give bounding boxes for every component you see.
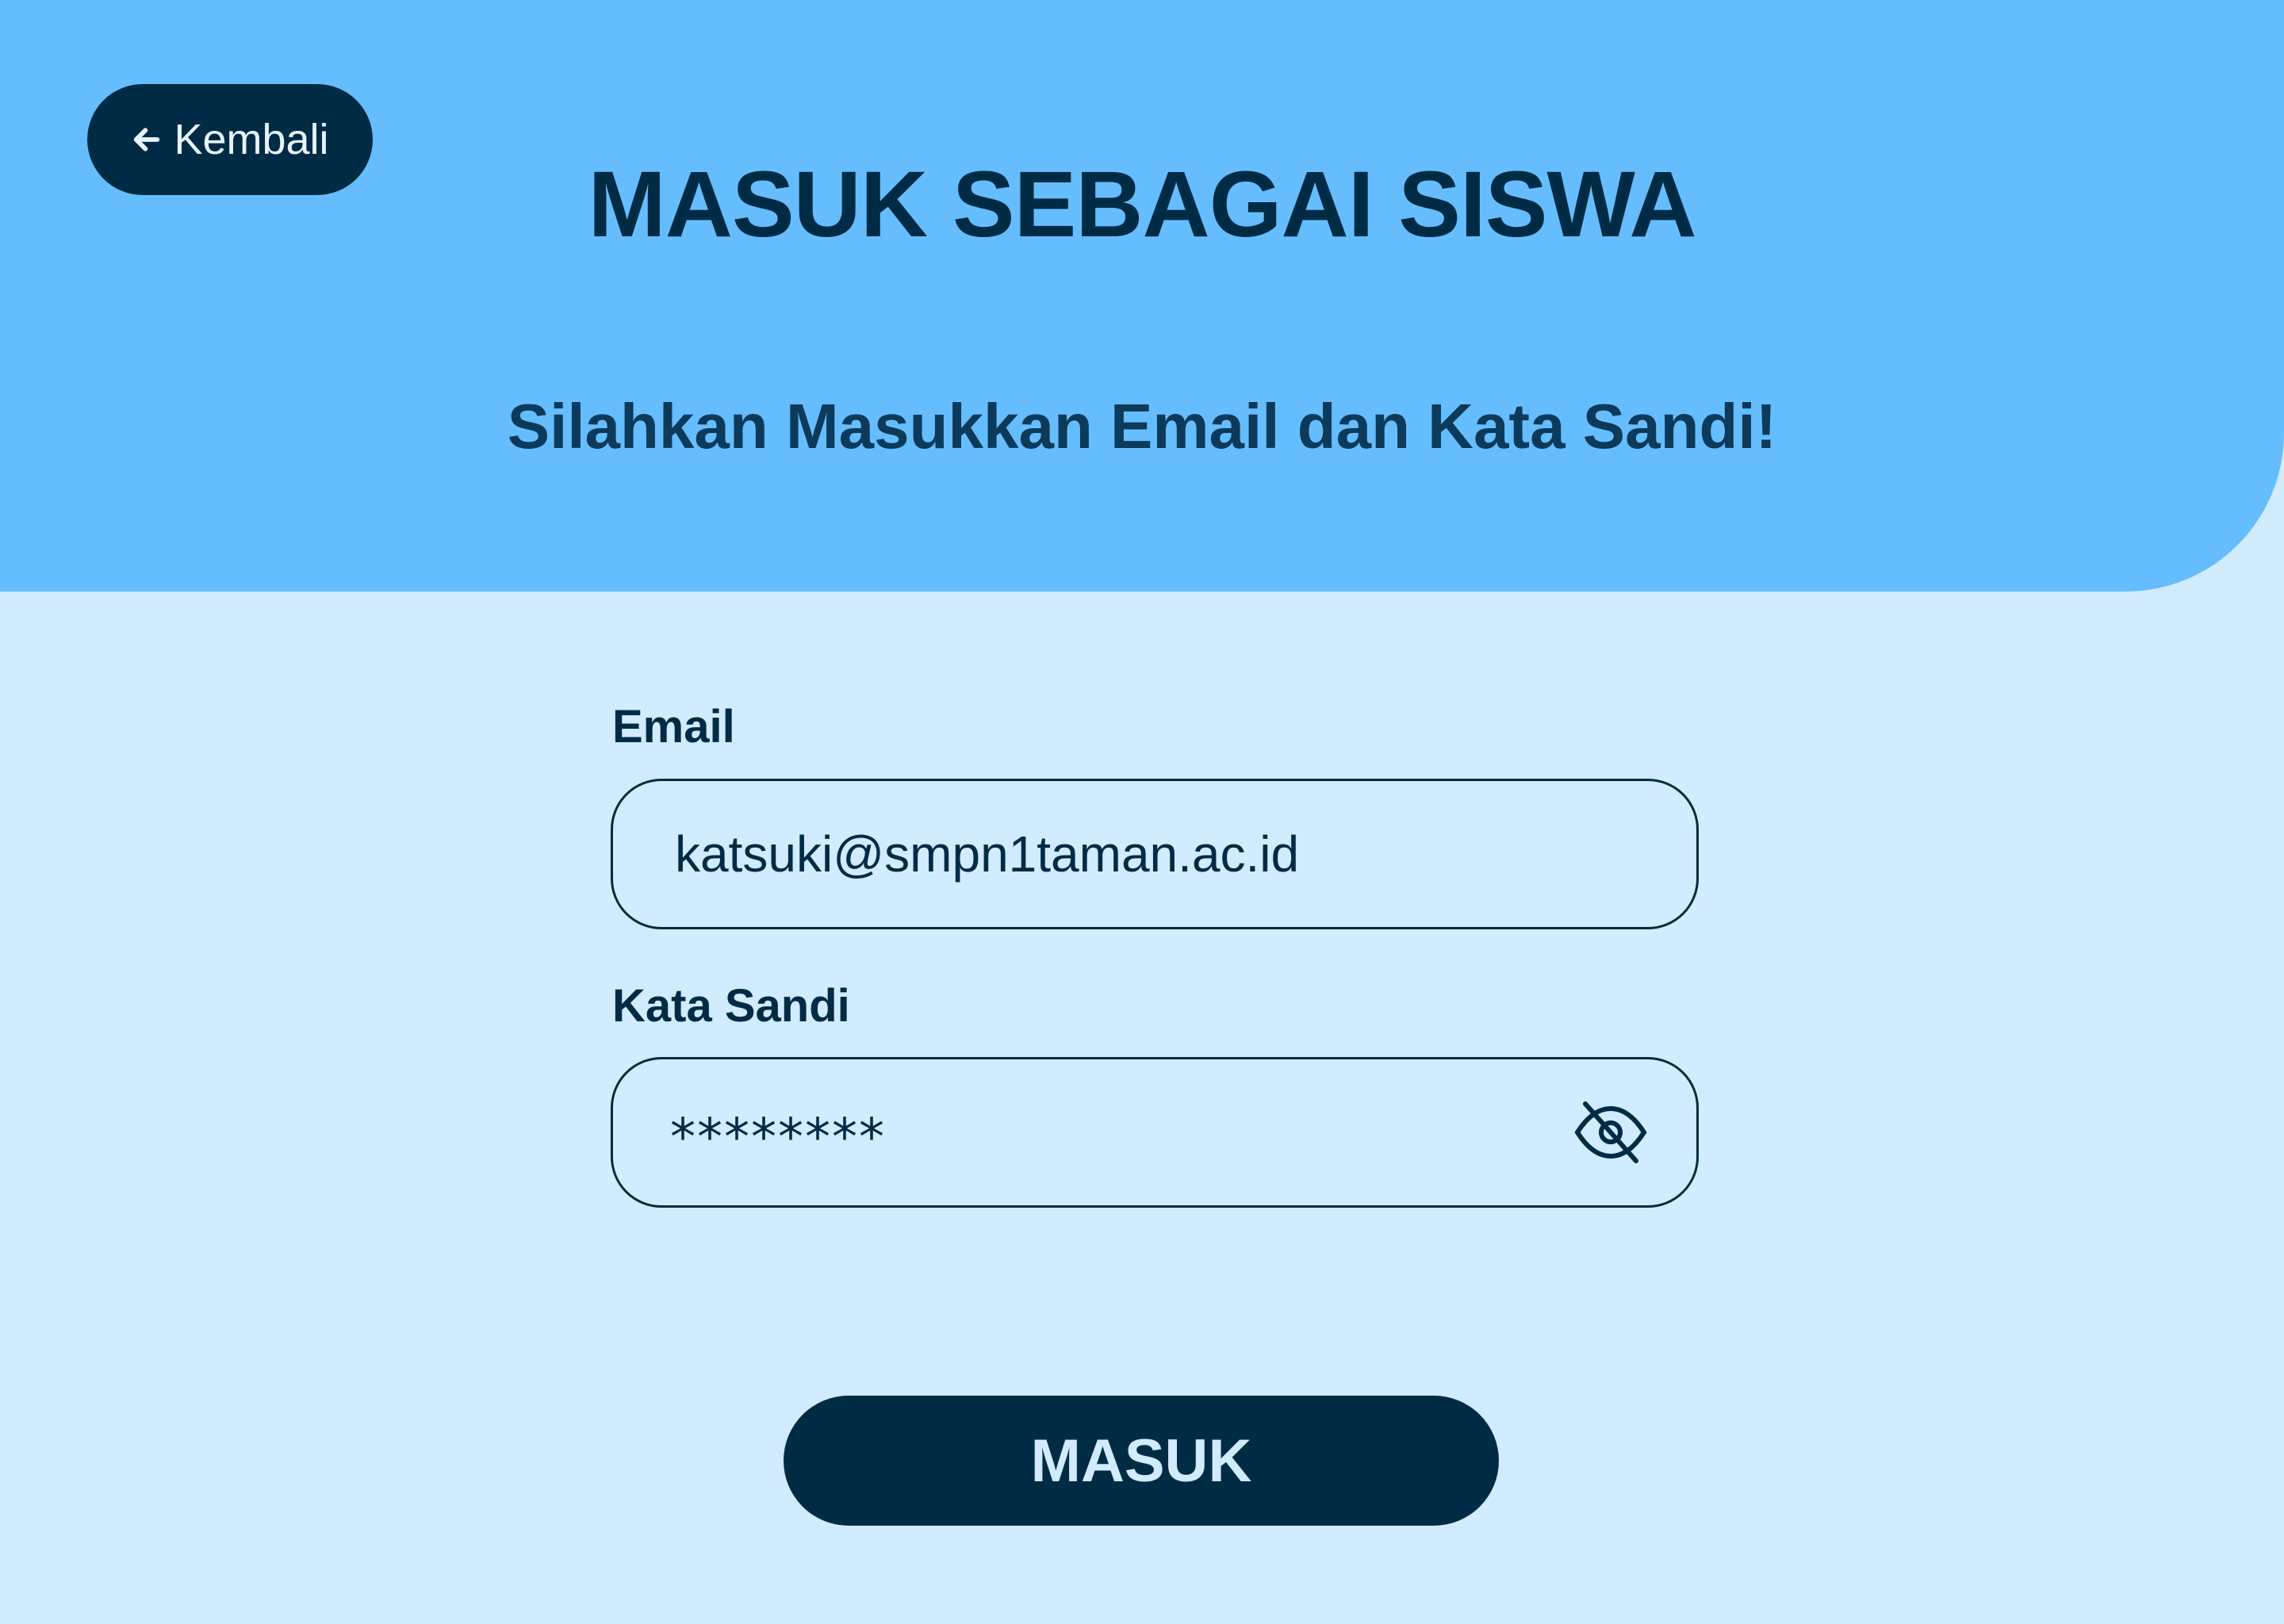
- password-field[interactable]: ********: [611, 1057, 1699, 1208]
- email-field[interactable]: katsuki@smpn1taman.ac.id: [611, 779, 1699, 929]
- password-label: Kata Sandi: [612, 980, 850, 1032]
- page-title: MASUK SEBAGAI SISWA: [588, 152, 1696, 257]
- login-button[interactable]: MASUK: [784, 1396, 1499, 1526]
- login-button-label: MASUK: [1030, 1427, 1252, 1495]
- page-subtitle: Silahkan Masukkan Email dan Kata Sandi!: [507, 391, 1777, 462]
- email-label: Email: [612, 701, 735, 753]
- eye-slash-icon[interactable]: [1573, 1101, 1649, 1164]
- login-page: Kembali MASUK SEBAGAI SISWA Silahkan Mas…: [0, 0, 2284, 1624]
- email-value: katsuki@smpn1taman.ac.id: [675, 825, 1300, 883]
- header-banner: Kembali MASUK SEBAGAI SISWA Silahkan Mas…: [0, 0, 2284, 592]
- password-value: ********: [670, 1109, 886, 1167]
